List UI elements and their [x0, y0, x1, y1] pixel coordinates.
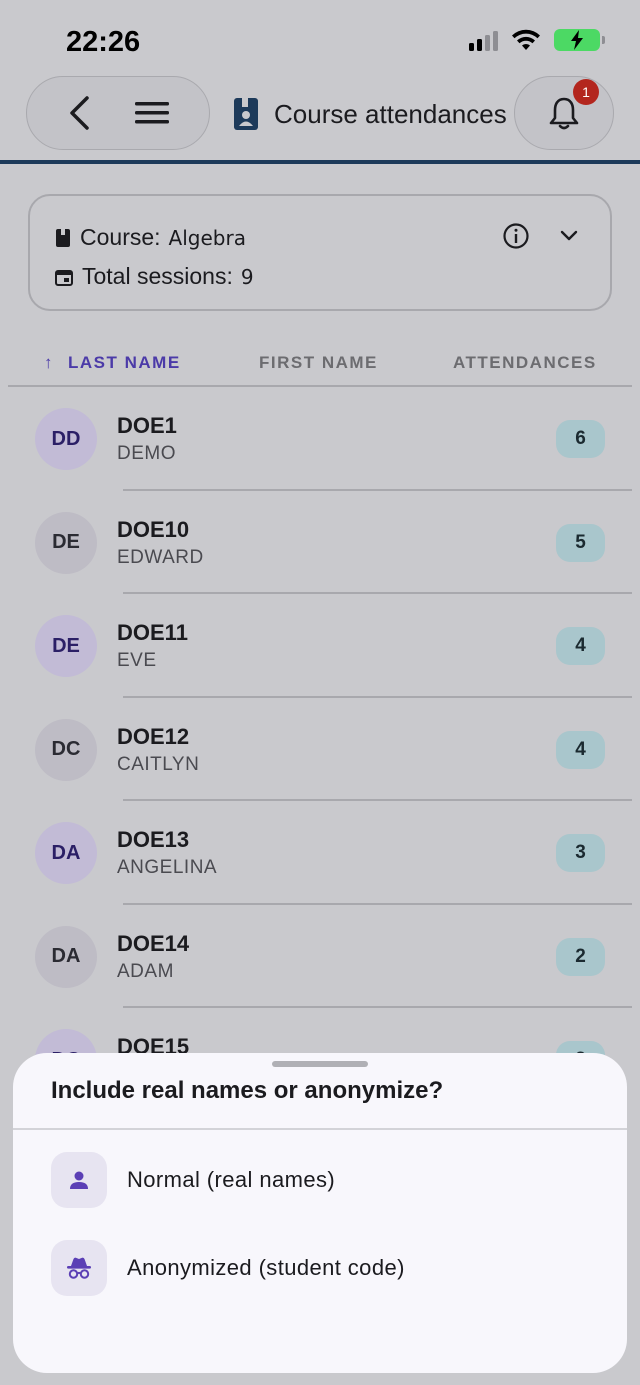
table-row[interactable]: DC DOE12 CAITLYN 4	[0, 698, 640, 801]
sheet-title: Include real names or anonymize?	[51, 1077, 444, 1104]
avatar: DE	[35, 615, 97, 677]
sheet-divider	[13, 1128, 627, 1130]
notification-badge: 1	[573, 79, 599, 105]
status-bar: 22:26	[0, 0, 640, 80]
student-list: DD DOE1 DEMO 6 DE DOE10 EDWARD 5 DE DOE1…	[0, 387, 640, 1112]
last-name: DOE12	[117, 723, 190, 749]
calendar-icon	[55, 269, 73, 286]
last-name: DOE1	[117, 413, 177, 438]
battery-charging-icon	[554, 29, 605, 51]
first-name: ANGELINA	[117, 857, 218, 878]
notifications-button[interactable]	[514, 76, 614, 150]
table-row[interactable]: DE DOE11 EVE 4	[0, 594, 640, 698]
attendance-count: 2	[556, 937, 605, 976]
export-options-sheet: Include real names or anonymize? Normal …	[13, 1053, 627, 1373]
app-title-wrap: Course attendances	[232, 94, 517, 134]
course-book-icon	[56, 228, 70, 247]
nav-pill	[26, 76, 210, 150]
app-bar: Course attendances	[0, 76, 640, 164]
sort-up-icon: ↑	[44, 353, 54, 372]
avatar: DE	[35, 511, 97, 574]
attendance-count: 4	[556, 627, 605, 665]
menu-icon[interactable]	[135, 101, 169, 125]
last-name: DOE14	[117, 930, 190, 956]
attendance-count: 6	[556, 420, 605, 458]
first-name: ADAM	[117, 960, 174, 982]
back-icon[interactable]	[67, 95, 91, 131]
last-name: DOE11	[117, 620, 188, 645]
bell-icon	[549, 97, 579, 130]
table-row[interactable]: DA DOE13 ANGELINA 3	[0, 801, 640, 905]
chevron-down-icon[interactable]	[558, 224, 580, 246]
course-label: Course:	[80, 224, 161, 250]
sessions-label: Total sessions:	[82, 263, 233, 289]
avatar: DA	[35, 925, 97, 988]
sessions-value: 9	[240, 264, 254, 289]
course-row: Course: Algebra	[54, 224, 246, 251]
info-icon[interactable]	[502, 222, 530, 250]
last-name: DOE13	[117, 827, 190, 852]
attendance-count: 5	[556, 523, 605, 562]
course-info-card[interactable]: Course: Algebra Total sessions: 9	[28, 194, 612, 311]
status-time: 22:26	[66, 26, 141, 58]
cellular-signal-icon	[469, 29, 498, 51]
course-book-icon	[234, 98, 258, 130]
table-row[interactable]: DE DOE10 EDWARD 5	[0, 491, 640, 594]
avatar: DC	[35, 718, 97, 781]
column-last-name[interactable]: LAST NAME	[68, 353, 181, 373]
wifi-icon	[512, 29, 540, 50]
attendance-count: 3	[556, 834, 605, 872]
option-normal-names[interactable]: Normal (real names)	[51, 1151, 335, 1209]
option-anonymized[interactable]: Anonymized (student code)	[51, 1239, 405, 1297]
attendance-count: 4	[556, 730, 605, 769]
first-name: DEMO	[117, 443, 176, 464]
sessions-row: Total sessions: 9	[54, 263, 254, 290]
page-title: Course attendances	[274, 98, 507, 129]
incognito-icon	[51, 1240, 107, 1296]
app-bar-divider	[0, 160, 640, 164]
option-label: Anonymized (student code)	[127, 1255, 405, 1280]
sheet-drag-handle[interactable]	[272, 1061, 368, 1067]
person-icon	[51, 1152, 107, 1208]
table-row[interactable]: DD DOE1 DEMO 6	[0, 387, 640, 491]
avatar: DD	[35, 408, 97, 470]
option-label: Normal (real names)	[127, 1167, 336, 1192]
table-row[interactable]: DA DOE14 ADAM 2	[0, 905, 640, 1008]
status-icons	[469, 28, 605, 52]
first-name: CAITLYN	[117, 753, 200, 775]
column-attendances[interactable]: ATTENDANCES	[453, 353, 597, 373]
last-name: DOE10	[117, 516, 190, 542]
avatar: DA	[35, 822, 97, 884]
first-name: EVE	[117, 650, 157, 671]
column-first-name[interactable]: FIRST NAME	[259, 353, 378, 373]
first-name: EDWARD	[117, 546, 204, 568]
table-header: ↑ LAST NAME FIRST NAME ATTENDANCES	[0, 345, 640, 385]
course-value: Algebra	[168, 225, 246, 250]
